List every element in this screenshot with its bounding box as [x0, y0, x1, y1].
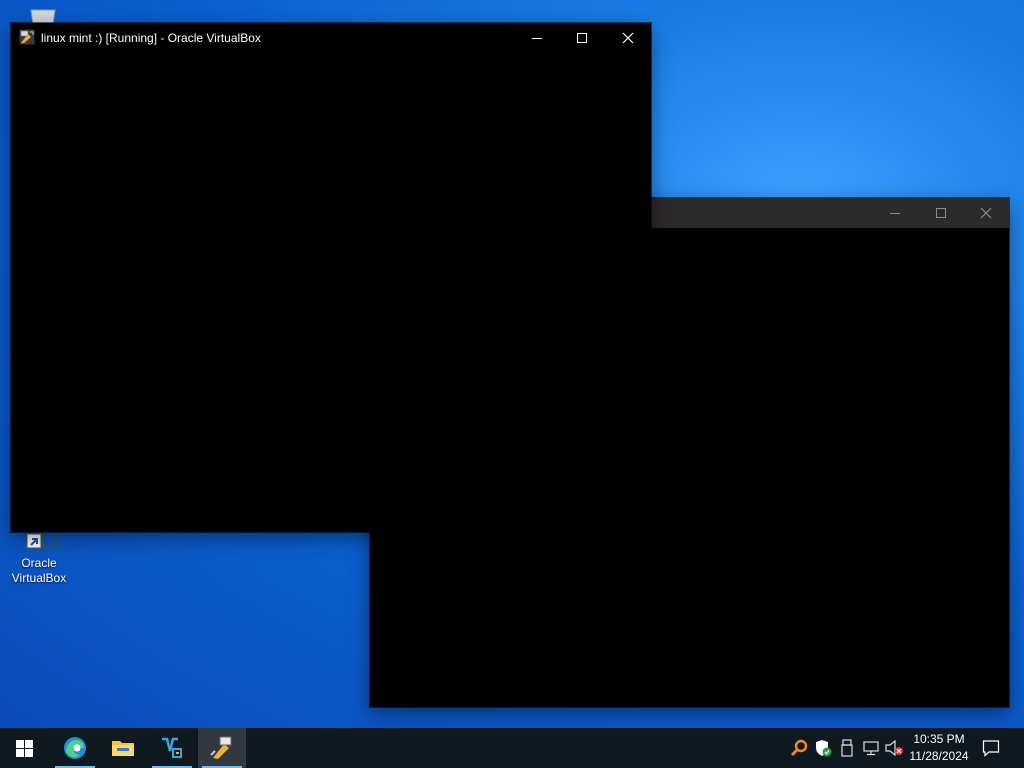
- vm-display-area[interactable]: [11, 53, 651, 532]
- magnifier-icon: [790, 739, 808, 757]
- tray-usb-button[interactable]: [837, 738, 857, 758]
- vm-close-button[interactable]: [605, 23, 651, 53]
- edge-icon: [64, 737, 86, 759]
- usb-device-icon: [841, 739, 853, 757]
- action-center-button[interactable]: [968, 728, 1014, 768]
- security-shield-icon: [816, 740, 832, 757]
- start-button[interactable]: [0, 728, 48, 768]
- taskbar-file-explorer-button[interactable]: [99, 728, 147, 768]
- back-close-button[interactable]: [963, 198, 1009, 228]
- taskbar-virtualbox-manager-button[interactable]: [148, 728, 196, 768]
- windows-logo-icon: [15, 739, 33, 757]
- desktop-icon-label-line1: Oracle: [21, 556, 57, 570]
- vm-minimize-button[interactable]: [514, 23, 560, 53]
- close-icon: [980, 207, 992, 219]
- vm-maximize-button[interactable]: [559, 23, 605, 53]
- virtualbox-icon: [162, 737, 182, 758]
- desktop: Oracle VirtualBox linux mint:) [Running…: [0, 0, 1024, 728]
- minimize-icon: [532, 38, 542, 39]
- folder-icon: [112, 741, 134, 756]
- network-icon: [863, 741, 879, 756]
- volume-muted-icon: [885, 739, 903, 757]
- tray-magnifier-button[interactable]: [789, 738, 809, 758]
- taskbar-clock[interactable]: 10:35 PM 11/28/2024: [902, 731, 976, 765]
- virtualbox-vm-icon: [19, 29, 35, 45]
- taskbar-edge-button[interactable]: [51, 728, 99, 768]
- maximize-icon: [936, 208, 946, 218]
- back-minimize-button[interactable]: [872, 198, 918, 228]
- taskbar-virtualbox-vm-button[interactable]: [198, 728, 246, 768]
- tray-volume-button[interactable]: [884, 738, 904, 758]
- back-maximize-button[interactable]: [918, 198, 964, 228]
- close-icon: [622, 32, 634, 44]
- vm-window[interactable]: linux mint :) [Running] - Oracle Virtual…: [11, 23, 651, 532]
- virtualbox-vm-icon: [210, 736, 232, 759]
- desktop-icon-label-line2: VirtualBox: [11, 571, 67, 585]
- notification-icon: [982, 740, 1000, 757]
- clock-time: 10:35 PM: [913, 732, 965, 746]
- tray-security-button[interactable]: [813, 738, 833, 758]
- tray-network-button[interactable]: [861, 738, 881, 758]
- taskbar: 10:35 PM 11/28/2024: [0, 728, 1024, 768]
- vm-window-title: linux mint :) [Running] - Oracle Virtual…: [41, 31, 261, 45]
- clock-date: 11/28/2024: [909, 749, 969, 763]
- vm-window-titlebar[interactable]: linux mint :) [Running] - Oracle Virtual…: [11, 23, 651, 53]
- minimize-icon: [890, 213, 900, 214]
- maximize-icon: [577, 33, 587, 43]
